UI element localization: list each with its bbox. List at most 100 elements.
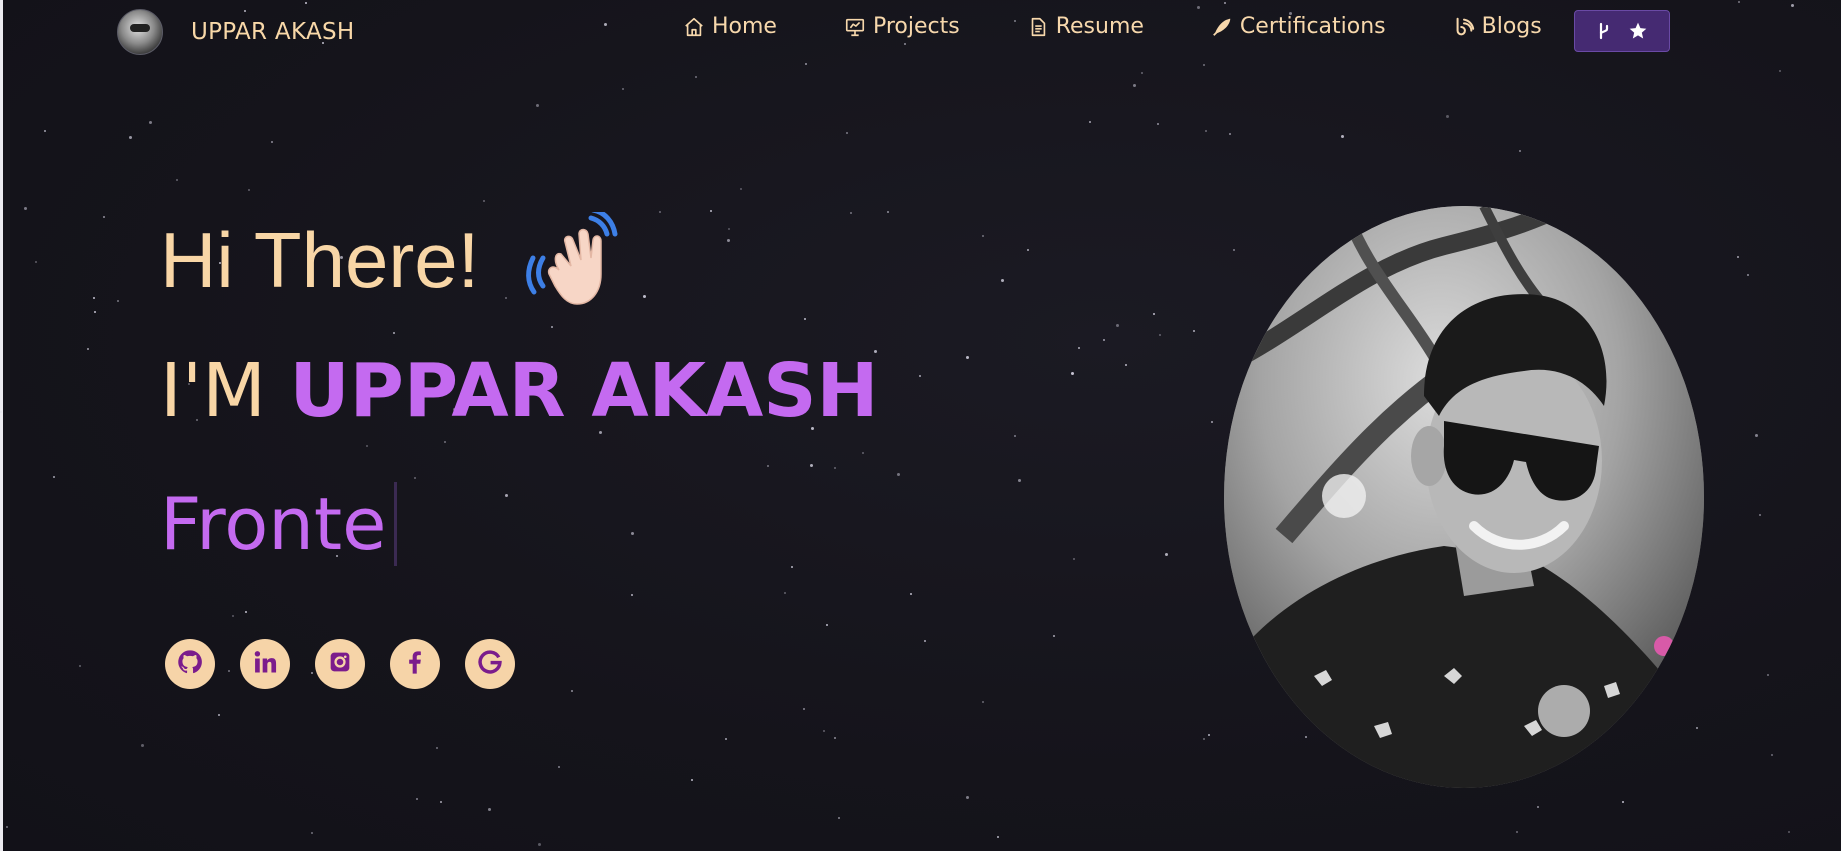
star xyxy=(538,843,541,846)
certificate-icon xyxy=(1211,16,1233,38)
star xyxy=(79,665,81,667)
nav-item-label: Resume xyxy=(1055,14,1144,39)
nav-item-label: Blogs xyxy=(1481,14,1542,39)
star xyxy=(710,210,712,212)
star xyxy=(805,63,807,65)
social-linkedin[interactable] xyxy=(240,639,290,689)
star xyxy=(93,297,95,299)
typed-role: Fronte xyxy=(160,482,387,566)
nav-item-certifications[interactable]: Certifications xyxy=(1211,14,1386,39)
star xyxy=(1208,734,1210,736)
star xyxy=(571,690,573,692)
typing-cursor xyxy=(394,482,398,566)
star xyxy=(1018,479,1021,482)
star xyxy=(311,832,313,834)
star xyxy=(440,801,442,803)
star xyxy=(1305,736,1307,738)
star xyxy=(887,211,889,213)
star xyxy=(1516,831,1518,833)
nav-item-label: Certifications xyxy=(1239,14,1386,39)
star xyxy=(1141,72,1143,74)
star xyxy=(727,239,730,242)
star xyxy=(1157,123,1159,125)
linkedin-icon xyxy=(251,648,279,680)
star xyxy=(982,701,984,703)
star xyxy=(1519,150,1521,152)
star xyxy=(414,477,416,479)
star xyxy=(1103,339,1105,341)
star xyxy=(1203,738,1205,740)
star xyxy=(488,808,491,811)
star xyxy=(1229,133,1231,135)
star xyxy=(149,121,152,124)
document-icon xyxy=(1027,16,1049,38)
star xyxy=(1089,121,1091,123)
star xyxy=(924,640,926,642)
star xyxy=(1233,249,1235,251)
star xyxy=(1153,313,1155,315)
waving-hand-icon xyxy=(521,207,621,308)
star xyxy=(846,132,848,134)
star xyxy=(919,375,921,377)
star xyxy=(245,611,247,613)
social-instagram[interactable] xyxy=(315,639,365,689)
star xyxy=(366,445,368,447)
star xyxy=(1133,84,1136,87)
brand[interactable]: UPPAR AKASH xyxy=(117,9,354,55)
avatar xyxy=(117,9,163,55)
star xyxy=(804,318,806,320)
hero-intro: I'M UPPAR AKASH xyxy=(160,354,878,428)
star xyxy=(997,836,999,838)
star xyxy=(129,136,132,139)
greeting-text: Hi There! xyxy=(160,216,480,304)
instagram-icon xyxy=(326,648,354,680)
star xyxy=(1073,558,1075,560)
star xyxy=(1446,115,1449,118)
star xyxy=(1696,727,1698,729)
facebook-icon xyxy=(401,648,429,680)
star xyxy=(838,817,840,819)
navbar: UPPAR AKASH Home Projects Resume Certifi… xyxy=(0,0,1841,62)
star xyxy=(44,130,46,132)
star xyxy=(94,311,96,313)
star xyxy=(725,738,727,740)
star xyxy=(1211,421,1213,423)
star xyxy=(53,476,55,478)
nav-item-projects[interactable]: Projects xyxy=(844,14,960,39)
intro-name: UPPAR AKASH xyxy=(289,348,879,434)
star xyxy=(1071,372,1074,375)
star xyxy=(740,188,742,190)
git-fork-icon xyxy=(1596,21,1612,41)
social-google[interactable] xyxy=(465,639,515,689)
star xyxy=(416,798,418,800)
star xyxy=(444,441,446,443)
github-star-button[interactable] xyxy=(1574,10,1670,52)
star xyxy=(1788,831,1790,833)
star xyxy=(1165,553,1168,556)
brand-name: UPPAR AKASH xyxy=(191,19,355,45)
nav-item-resume[interactable]: Resume xyxy=(1027,14,1144,39)
star xyxy=(1737,256,1739,258)
home-icon xyxy=(683,16,705,38)
page: UPPAR AKASH Home Projects Resume Certifi… xyxy=(0,0,1841,851)
star xyxy=(862,452,864,454)
star xyxy=(232,615,234,617)
star xyxy=(1205,130,1207,132)
star xyxy=(1759,514,1761,516)
star xyxy=(834,737,836,739)
star xyxy=(248,189,250,191)
hero-greeting: Hi There! xyxy=(160,207,621,308)
star xyxy=(826,624,828,626)
star xyxy=(6,826,8,828)
star xyxy=(897,473,900,476)
nav-item-blogs[interactable]: Blogs xyxy=(1453,14,1542,39)
nav-item-home[interactable]: Home xyxy=(683,14,777,39)
star xyxy=(1053,635,1055,637)
intro-prefix: I'M xyxy=(160,348,267,434)
star xyxy=(1755,434,1758,437)
social-facebook[interactable] xyxy=(390,639,440,689)
blog-icon xyxy=(1453,16,1475,38)
social-github[interactable] xyxy=(165,639,215,689)
star xyxy=(631,594,633,596)
star-icon xyxy=(1628,21,1648,41)
